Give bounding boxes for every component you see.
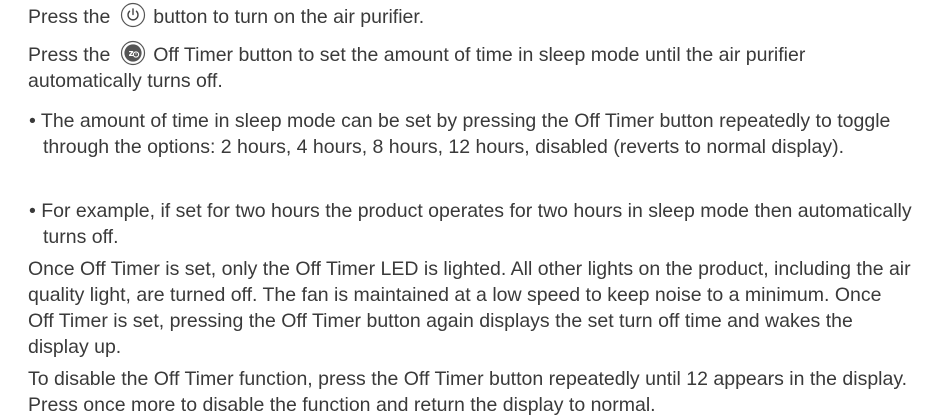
bullet-text: For example, if set for two hours the pr… [41, 200, 912, 248]
off-timer-note: Once Off Timer is set, only the Off Time… [28, 258, 911, 358]
bullet-glyph: • [29, 110, 36, 132]
instruction-page: 1.Press the button to turn on the air pu… [0, 0, 930, 419]
bullet-item: • For example, if set for two hours the … [29, 198, 912, 250]
bullet-glyph: • [29, 200, 36, 222]
svg-text:z: z [128, 49, 133, 59]
step-text-post: button to turn on the air purifier. [153, 6, 425, 28]
step-number: 2. [4, 42, 28, 68]
power-icon [120, 2, 146, 28]
off-timer-icon: z [120, 40, 146, 66]
step-text-pre: Press the [28, 6, 111, 28]
step-text-pre: Press the [28, 44, 111, 66]
step-text: To disable the Off Timer function, press… [28, 368, 908, 416]
bullet-item: • The amount of time in sleep mode can b… [29, 108, 912, 160]
step-2: 2.Press the z Off Timer button to set th… [4, 40, 910, 94]
step-3: 3.To disable the Off Timer function, pre… [4, 366, 910, 418]
bullet-text: The amount of time in sleep mode can be … [40, 110, 891, 158]
step-number: 1. [4, 4, 28, 30]
step-number: 3. [4, 366, 28, 392]
step-1: 1.Press the button to turn on the air pu… [4, 2, 910, 30]
